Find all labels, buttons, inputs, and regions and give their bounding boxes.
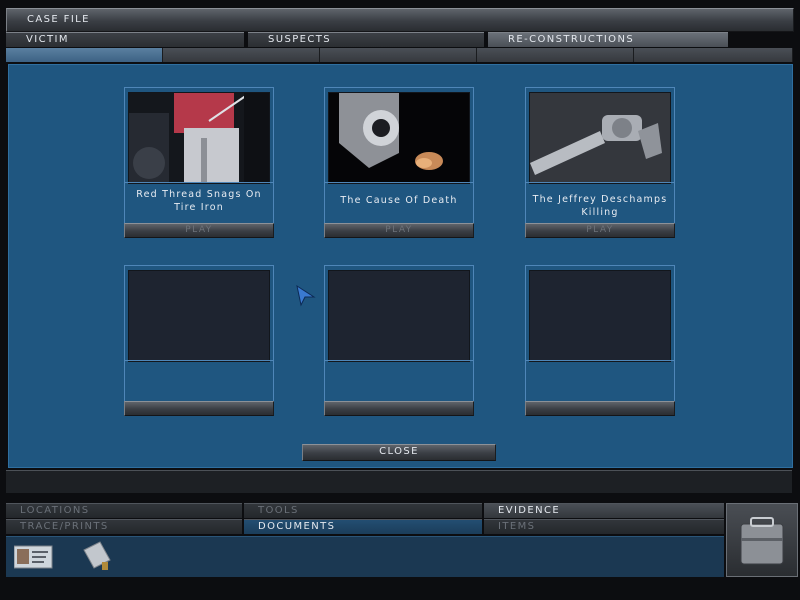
close-button-label: Close — [379, 446, 419, 457]
thumbnail-jeffrey-deschamps — [529, 92, 671, 184]
page-strip-segment — [163, 48, 320, 62]
paper-evidence-icon[interactable] — [80, 540, 114, 572]
play-button-label: Play — [385, 225, 413, 235]
tab-evidence[interactable]: Evidence — [484, 503, 724, 518]
tab-trace-prints-label: Trace/Prints — [20, 521, 109, 532]
play-button[interactable]: Play — [525, 223, 675, 238]
page-strip-segment — [320, 48, 477, 62]
reconstruction-card[interactable]: The Cause Of Death Play — [324, 87, 474, 238]
tab-suspects[interactable]: Suspects — [248, 32, 484, 47]
reconstruction-card[interactable]: Red Thread Snags On Tire Iron Play — [124, 87, 274, 238]
tab-victim[interactable]: Victim — [6, 32, 244, 47]
reconstruction-card[interactable]: The Jeffrey Deschamps Killing Play — [525, 87, 675, 238]
play-button-label: Play — [586, 225, 614, 235]
card-divider — [526, 360, 674, 361]
card-divider — [325, 182, 473, 183]
play-button-label: Play — [185, 225, 213, 235]
tab-documents-label: Documents — [258, 521, 336, 532]
tab-tools[interactable]: Tools — [244, 503, 482, 518]
thumbnail-cause-of-death — [328, 92, 470, 184]
tab-locations[interactable]: Locations — [6, 503, 242, 518]
window-title: Case File — [27, 14, 90, 25]
tab-items-label: Items — [498, 521, 536, 532]
tab-tools-label: Tools — [258, 505, 299, 516]
page-strip-segment — [477, 48, 634, 62]
tab-documents[interactable]: Documents — [244, 519, 482, 534]
empty-thumbnail — [128, 270, 270, 362]
tab-evidence-label: Evidence — [498, 505, 561, 516]
tab-items[interactable]: Items — [484, 519, 724, 534]
thumbnail-red-thread — [128, 92, 270, 184]
empty-thumbnail — [529, 270, 671, 362]
panel-footer-bar — [6, 470, 792, 493]
empty-thumbnail — [328, 270, 470, 362]
empty-card — [124, 265, 274, 416]
id-card-icon[interactable] — [13, 544, 54, 570]
page-strip-segment — [6, 48, 163, 62]
card-caption: The Cause Of Death — [340, 195, 458, 206]
play-button[interactable]: Play — [124, 223, 274, 238]
card-caption: Red Thread Snags On Tire Iron — [136, 189, 262, 213]
card-caption: The Jeffrey Deschamps Killing — [532, 194, 668, 218]
card-divider — [325, 360, 473, 361]
close-button[interactable]: Close — [302, 444, 496, 461]
play-button[interactable]: Play — [324, 223, 474, 238]
card-divider — [526, 182, 674, 183]
play-button — [324, 401, 474, 416]
empty-card — [324, 265, 474, 416]
play-button — [525, 401, 675, 416]
title-bar: Case File — [6, 8, 794, 32]
card-divider — [125, 182, 273, 183]
empty-card — [525, 265, 675, 416]
card-divider — [125, 360, 273, 361]
tab-victim-label: Victim — [26, 34, 69, 45]
briefcase-icon[interactable] — [726, 503, 798, 577]
tab-locations-label: Locations — [20, 505, 90, 516]
cursor-arrow-icon — [296, 285, 316, 307]
tab-suspects-label: Suspects — [268, 34, 332, 45]
page-strip-segment — [634, 48, 793, 62]
tab-reconstructions[interactable]: Re-constructions — [488, 32, 728, 47]
play-button — [124, 401, 274, 416]
tab-trace-prints[interactable]: Trace/Prints — [6, 519, 242, 534]
tab-reconstructions-label: Re-constructions — [508, 34, 635, 45]
